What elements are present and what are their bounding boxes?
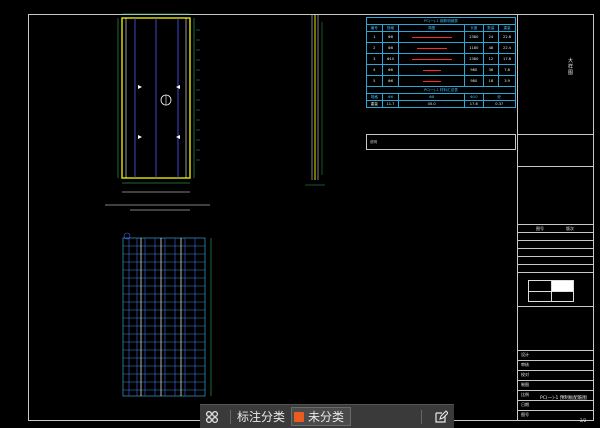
- rebar-shape-cell: [398, 64, 466, 76]
- category-select[interactable]: 未分类: [291, 407, 352, 426]
- grid-icon[interactable]: [200, 405, 224, 428]
- table-cell: 0.37: [482, 100, 517, 108]
- table-cell: Φ10: [381, 53, 400, 65]
- table-cell: 7.8: [498, 64, 516, 76]
- table-cell: Φ6: [381, 64, 400, 76]
- table-cell: Φ8: [381, 42, 400, 54]
- category-color-swatch: [294, 411, 305, 422]
- table-cell: 22.6: [498, 31, 516, 43]
- table-cell: Φ8: [381, 31, 400, 43]
- table-cell: 2380: [464, 53, 484, 65]
- summary-header-cell: Φ8: [398, 93, 466, 101]
- summary-header-cell: 规格: [366, 93, 383, 101]
- table-cell: 1180: [464, 42, 484, 54]
- title-block: 大 样 图 图号 版次 设计 审核 校对 制图 比例 PC(一)-1 预制板配筋…: [517, 14, 594, 421]
- table-cell: 36: [482, 64, 500, 76]
- category-select-value: 未分类: [308, 410, 345, 424]
- rebar-schedule-table: PC(一)-1 钢筋明细表 编号 规格 简图 长度 数量 重量 1 Φ8 238…: [366, 17, 517, 108]
- summary-header-cell: 砼: [482, 93, 517, 101]
- table-cell: 980: [464, 64, 484, 76]
- rebar-header-cell: 长度: [464, 24, 484, 32]
- title-block-side-label: 大 样 图: [568, 58, 574, 76]
- table-cell: 22.4: [498, 42, 516, 54]
- table-row: 重量 11.7 45.0 17.6 0.37: [366, 100, 517, 108]
- summary-header-cell: Φ10: [464, 93, 484, 101]
- table-cell: 17.6: [498, 53, 516, 65]
- table-row: 5 Φ6 980 18 3.9: [366, 75, 516, 87]
- rebar-header-cell: 数量: [482, 24, 500, 32]
- title-block-label: 校对: [521, 372, 529, 377]
- rebar-header-cell: 简图: [398, 24, 466, 32]
- table-row: 2 Φ8 1180 48 22.4: [366, 42, 516, 54]
- table-cell: 24: [482, 31, 500, 43]
- rebar-shape-cell: [398, 31, 466, 43]
- title-block-label: 审核: [521, 362, 529, 367]
- panel-elevation-view: [105, 13, 210, 211]
- title-block-label: 设计: [521, 352, 529, 357]
- title-block-label: 比例: [521, 392, 529, 397]
- annotation-category-label: 标注分类: [237, 410, 286, 424]
- table-cell: 45.0: [398, 100, 466, 108]
- notes-caption: 说明: [370, 140, 377, 144]
- rebar-shape-cell: [398, 53, 466, 65]
- table-row: 1 Φ8 2380 24 22.6: [366, 31, 516, 43]
- table-cell: 4: [366, 64, 383, 76]
- table-cell: 980: [464, 75, 484, 87]
- table-cell: 11.7: [381, 100, 400, 108]
- table-cell: 18: [482, 75, 500, 87]
- rebar-shape-cell: [398, 75, 466, 87]
- table-cell: 17.6: [464, 100, 484, 108]
- title-block-label: 图号: [521, 412, 529, 417]
- table-cell: 48: [482, 42, 500, 54]
- rebar-table-title: PC(一)-1 钢筋明细表: [366, 17, 516, 25]
- annotation-toolbar: 标注分类 未分类: [200, 404, 454, 428]
- table-cell: 3: [366, 53, 383, 65]
- rebar-shape-cell: [398, 42, 466, 54]
- page-number: 2/2: [580, 418, 587, 423]
- summary-table-title: PC(一)-1 材料汇总表: [366, 86, 516, 94]
- rebar-header-cell: 编号: [366, 24, 383, 32]
- rebar-layout-plan: [122, 232, 212, 397]
- title-block-label: 日期: [521, 402, 529, 407]
- summary-header-cell: Φ6: [381, 93, 400, 101]
- panel-section-view: [305, 15, 325, 186]
- edit-note-icon[interactable]: [428, 405, 454, 428]
- table-cell: 重量: [366, 100, 383, 108]
- notes-box: 说明: [366, 134, 516, 150]
- table-cell: 3.9: [498, 75, 516, 87]
- table-cell: 1: [366, 31, 383, 43]
- table-cell: 5: [366, 75, 383, 87]
- table-cell: 12: [482, 53, 500, 65]
- rebar-header-cell: 规格: [381, 24, 400, 32]
- table-cell: 2380: [464, 31, 484, 43]
- table-row: 4 Φ6 980 36 7.8: [366, 64, 516, 76]
- table-cell: 2: [366, 42, 383, 54]
- table-row: 3 Φ10 2380 12 17.6: [366, 53, 516, 65]
- table-cell: Φ6: [381, 75, 400, 87]
- rebar-header-cell: 重量: [498, 24, 516, 32]
- approval-stamp-box: [528, 280, 574, 302]
- title-block-label: 制图: [521, 382, 529, 387]
